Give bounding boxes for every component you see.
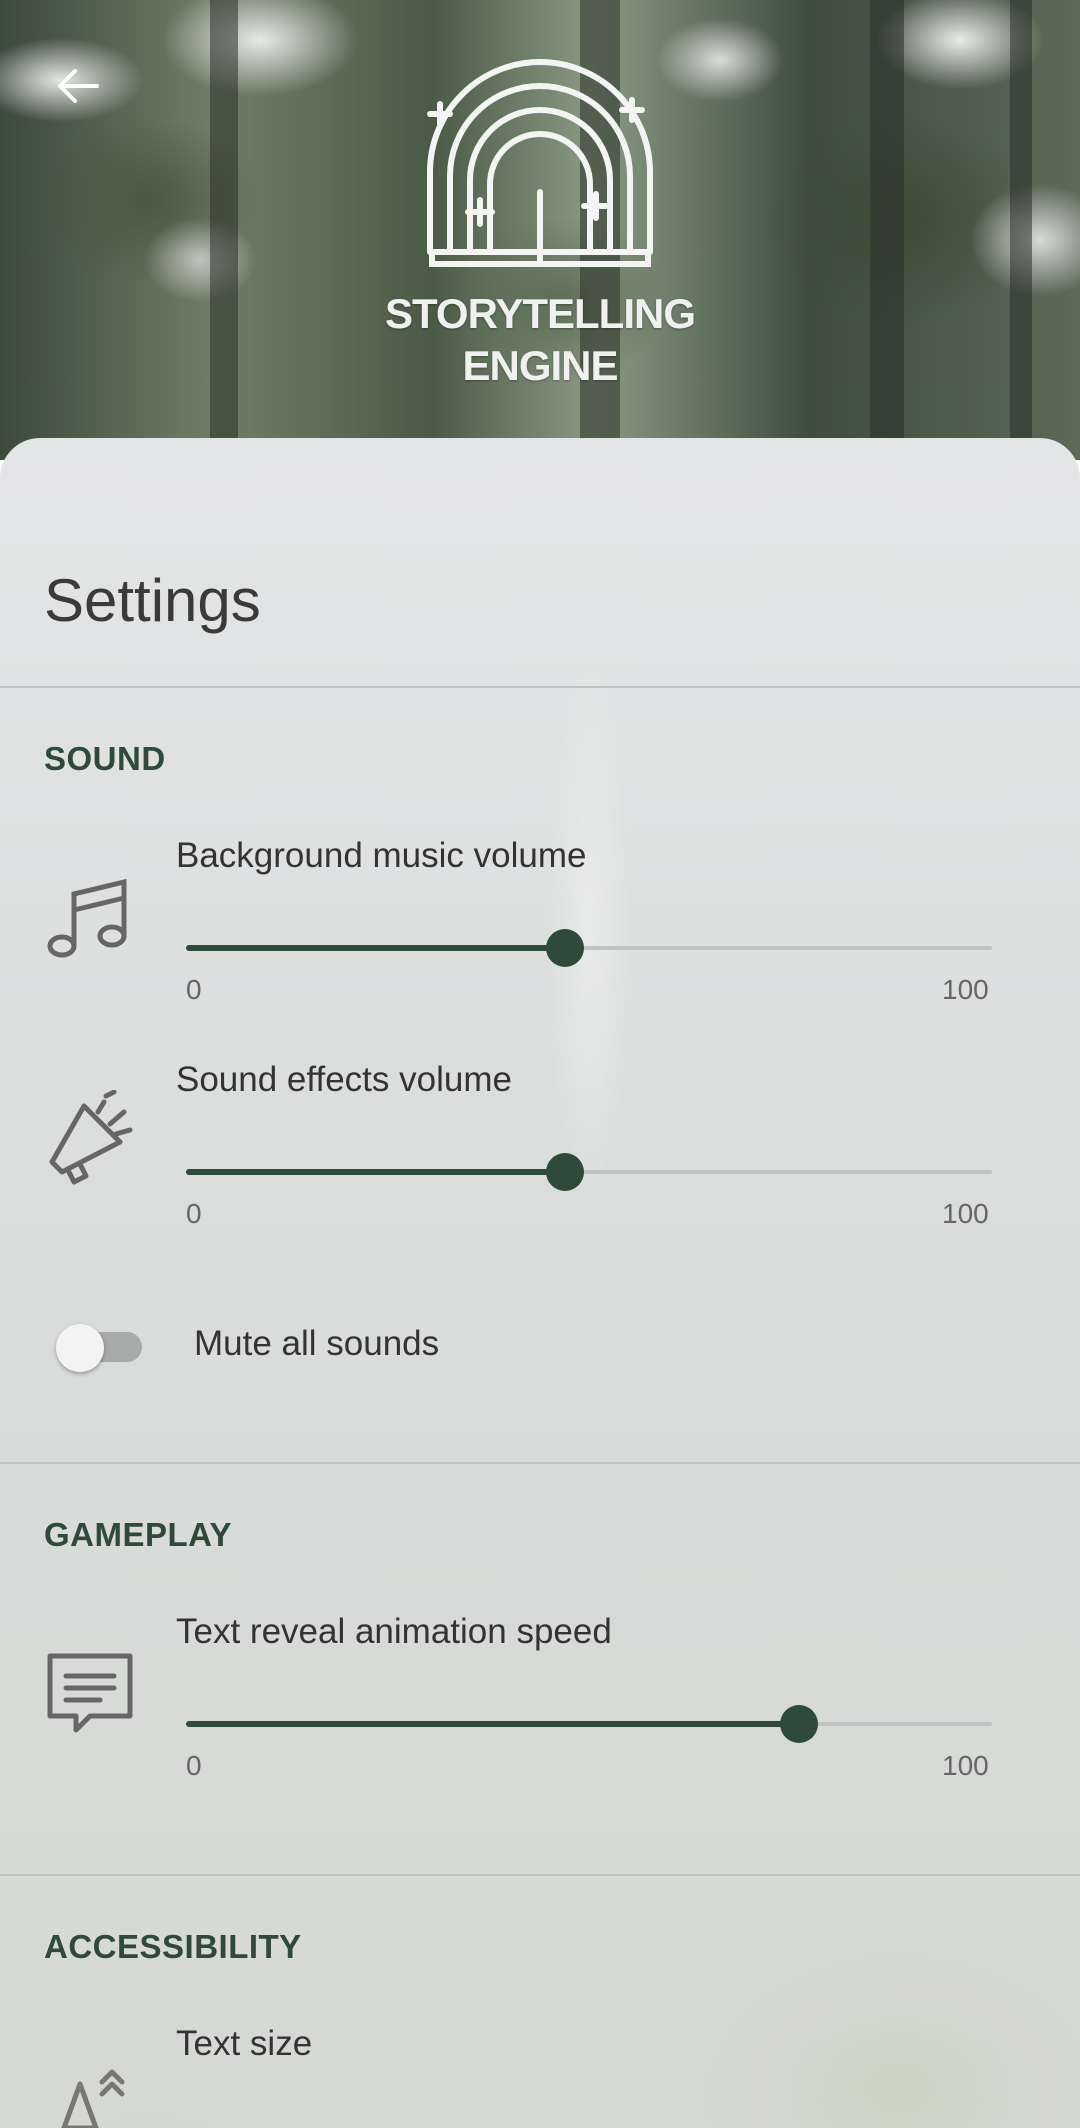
slider-min-label: 0 xyxy=(186,1750,202,1781)
section-title-gameplay: GAMEPLAY xyxy=(44,1516,232,1553)
slider-max-label: 100 xyxy=(942,974,989,1005)
text-speed-label: Text reveal animation speed xyxy=(176,1612,612,1651)
text-speed-slider[interactable] xyxy=(186,1694,992,1754)
logo-text: STORYTELLING ENGINE xyxy=(340,288,740,392)
slider-max-label: 100 xyxy=(942,1198,989,1229)
slider-thumb[interactable] xyxy=(779,1705,818,1743)
divider xyxy=(0,1874,1080,1876)
back-button[interactable] xyxy=(38,46,118,126)
message-icon xyxy=(47,1653,133,1733)
effects-volume-label: Sound effects volume xyxy=(176,1060,512,1099)
music-volume-slider[interactable] xyxy=(186,918,992,978)
megaphone-icon xyxy=(49,1090,133,1185)
divider xyxy=(0,1462,1080,1464)
mute-all-label: Mute all sounds xyxy=(194,1324,440,1363)
logo-line-1: STORYTELLING xyxy=(384,290,696,337)
section-title-sound: SOUND xyxy=(44,740,166,777)
music-note-icon xyxy=(47,878,127,958)
mute-all-toggle[interactable] xyxy=(56,1318,146,1374)
settings-sheet: Settings SOUND Background music volume 0… xyxy=(0,438,1080,2128)
section-title-accessibility: ACCESSIBILITY xyxy=(44,1928,302,1965)
slider-min-label: 0 xyxy=(186,1198,202,1229)
logo-line-2: ENGINE xyxy=(462,342,618,389)
music-volume-label: Background music volume xyxy=(176,836,587,875)
text-size-label: Text size xyxy=(176,2024,313,2063)
arrow-left-icon xyxy=(58,69,99,103)
slider-min-label: 0 xyxy=(186,974,202,1005)
page-title: Settings xyxy=(44,567,261,634)
slider-max-label: 100 xyxy=(942,1750,989,1781)
effects-volume-slider[interactable] xyxy=(186,1142,992,1202)
text-size-icon xyxy=(61,2069,125,2128)
slider-thumb[interactable] xyxy=(545,929,584,967)
slider-thumb[interactable] xyxy=(545,1153,584,1191)
divider xyxy=(0,686,1080,688)
